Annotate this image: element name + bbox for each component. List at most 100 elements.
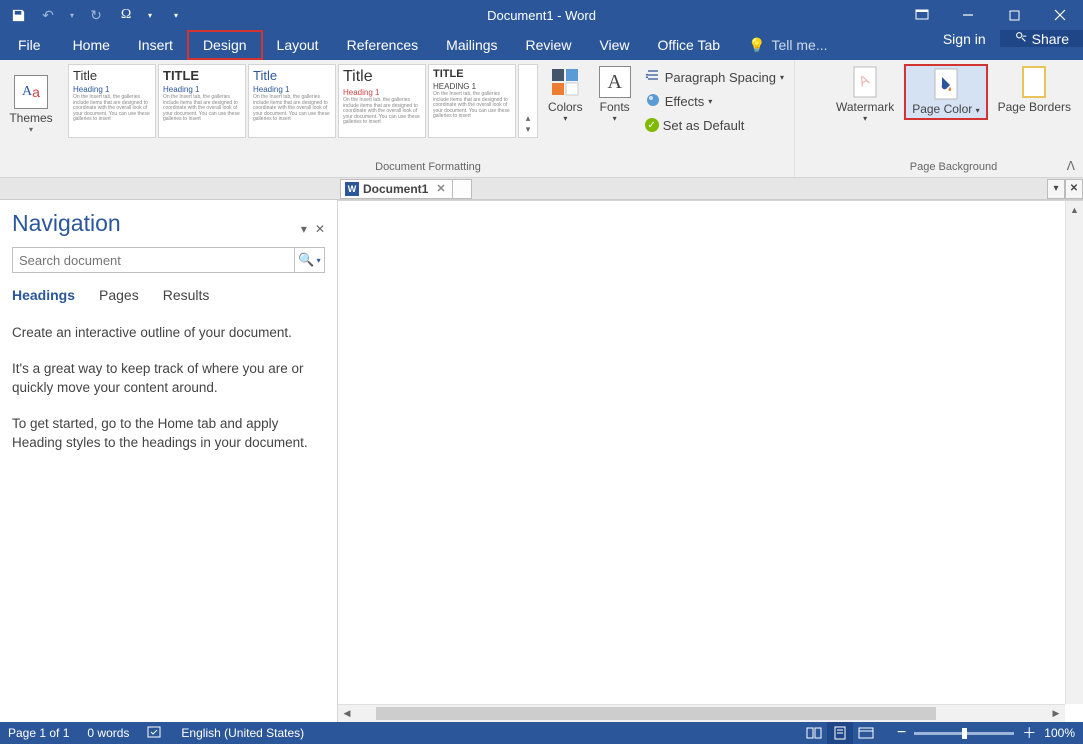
colors-button[interactable]: Colors▾ [542,64,589,125]
gallery-more-button[interactable]: ▴▾ [518,64,538,138]
page-color-button[interactable]: Page Color ▾ [904,64,987,120]
omega-dropdown-icon[interactable]: ▾ [148,11,152,20]
navigation-tabs: Headings Pages Results [12,287,325,303]
status-language[interactable]: English (United States) [181,726,304,740]
status-words[interactable]: 0 words [87,726,129,740]
nav-tab-results[interactable]: Results [163,287,210,303]
tab-view[interactable]: View [585,30,643,60]
page-color-label: Page Color ▾ [912,102,979,116]
search-icon: 🔍 [298,252,314,268]
print-layout-icon[interactable] [827,722,853,744]
scroll-up-icon[interactable]: ▲ [1066,201,1083,219]
paragraph-spacing-button[interactable]: Paragraph Spacing ▾ [641,66,788,88]
zoom-control: − ＋ 100% [897,723,1075,743]
scroll-left-icon[interactable]: ◀ [338,705,356,722]
tell-me-label: Tell me... [772,37,828,53]
check-icon: ✓ [645,118,659,132]
navigation-pane: Navigation ▾ ✕ 🔍▾ Headings Pages Results… [0,200,338,722]
close-tab-icon[interactable]: ✕ [436,182,445,195]
effects-button[interactable]: Effects ▾ [641,90,788,112]
document-tab-bar: W Document1 ✕ ▾ ✕ [0,178,1083,200]
page-borders-button[interactable]: Page Borders [992,64,1077,116]
tab-office-tab[interactable]: Office Tab [644,30,735,60]
new-tab-button[interactable] [452,179,472,199]
share-button[interactable]: Share [1000,30,1083,47]
title-bar: ↶ ▾ ↻ Ω ▾ ▾ Document1 - Word [0,0,1083,30]
tab-menu-icon[interactable]: ▾ [1047,179,1065,199]
undo-dropdown-icon[interactable]: ▾ [70,11,74,20]
nav-hint-3: To get started, go to the Home tab and a… [12,414,325,453]
page-color-icon [930,68,962,100]
tab-review[interactable]: Review [512,30,586,60]
watermark-button[interactable]: A Watermark▾ [830,64,900,125]
horizontal-scrollbar[interactable]: ◀ ▶ [338,704,1065,722]
minimize-icon[interactable] [945,0,991,30]
redo-icon[interactable]: ↻ [88,7,104,23]
close-all-tabs-icon[interactable]: ✕ [1065,179,1083,199]
nav-tab-headings[interactable]: Headings [12,287,75,303]
tab-insert[interactable]: Insert [124,30,187,60]
zoom-level[interactable]: 100% [1044,726,1075,740]
style-card[interactable]: TitleHeading 1On the Insert tab, the gal… [68,64,156,138]
search-box[interactable]: 🔍▾ [12,247,325,273]
zoom-slider[interactable] [914,732,1014,735]
scroll-track[interactable] [356,705,1047,722]
themes-label: Themes [9,111,52,125]
nav-tab-pages[interactable]: Pages [99,287,139,303]
search-input[interactable] [13,248,294,272]
save-icon[interactable] [10,7,26,23]
chevron-down-icon: ▾ [708,97,712,106]
tab-file[interactable]: File [0,30,59,60]
sign-in[interactable]: Sign in [929,30,1000,47]
chevron-down-icon: ▾ [317,256,321,265]
close-icon[interactable] [1037,0,1083,30]
fonts-button[interactable]: A Fonts▾ [593,64,637,125]
tab-design[interactable]: Design [187,30,263,60]
themes-button[interactable]: Aa Themes ▾ [6,64,56,144]
collapse-ribbon-icon[interactable]: ᐱ [1067,159,1075,173]
group-label-docfmt: Document Formatting [375,159,481,175]
maximize-icon[interactable] [991,0,1037,30]
window-title: Document1 - Word [487,8,596,23]
vertical-scrollbar[interactable]: ▲ [1065,201,1083,704]
tab-layout[interactable]: Layout [263,30,333,60]
search-button[interactable]: 🔍▾ [294,248,324,272]
tab-references[interactable]: References [333,30,433,60]
zoom-out-button[interactable]: − [897,724,906,742]
window-controls [899,0,1083,30]
ribbon-display-icon[interactable] [899,0,945,30]
style-card[interactable]: TitleHeading 1On the Insert tab, the gal… [338,64,426,138]
status-bar: Page 1 of 1 0 words English (United Stat… [0,722,1083,744]
qat-customize-icon[interactable]: ▾ [174,11,178,20]
fonts-icon: A [599,66,631,98]
read-mode-icon[interactable] [801,722,827,744]
style-card[interactable]: TITLEHEADING 1On the Insert tab, the gal… [428,64,516,138]
nav-hint-1: Create an interactive outline of your do… [12,323,325,343]
document-tab[interactable]: W Document1 ✕ [340,179,453,199]
tell-me[interactable]: 💡 Tell me... [734,30,841,60]
zoom-in-button[interactable]: ＋ [1022,723,1036,743]
omega-icon[interactable]: Ω [118,7,134,23]
navpane-menu-icon[interactable]: ▾ [301,222,307,236]
page-borders-icon [1018,66,1050,98]
undo-icon[interactable]: ↶ [40,7,56,23]
set-as-default-button[interactable]: ✓ Set as Default [641,114,788,136]
zoom-thumb[interactable] [962,728,967,739]
colors-icon [549,66,581,98]
scroll-right-icon[interactable]: ▶ [1047,705,1065,722]
content-area: Navigation ▾ ✕ 🔍▾ Headings Pages Results… [0,200,1083,722]
style-card[interactable]: TITLEHeading 1On the Insert tab, the gal… [158,64,246,138]
chevron-down-icon: ▾ [780,73,784,82]
tab-home[interactable]: Home [59,30,124,60]
effects-icon [645,92,661,111]
navpane-close-icon[interactable]: ✕ [315,222,325,236]
document-area[interactable]: ▲ ◀ ▶ [338,200,1083,722]
style-card[interactable]: TitleHeading 1On the Insert tab, the gal… [248,64,336,138]
proofing-icon[interactable] [147,725,163,742]
tab-mailings[interactable]: Mailings [432,30,511,60]
status-page[interactable]: Page 1 of 1 [8,726,69,740]
style-gallery[interactable]: TitleHeading 1On the Insert tab, the gal… [68,64,538,138]
web-layout-icon[interactable] [853,722,879,744]
scroll-thumb[interactable] [376,707,936,720]
fonts-label: Fonts [600,100,630,114]
